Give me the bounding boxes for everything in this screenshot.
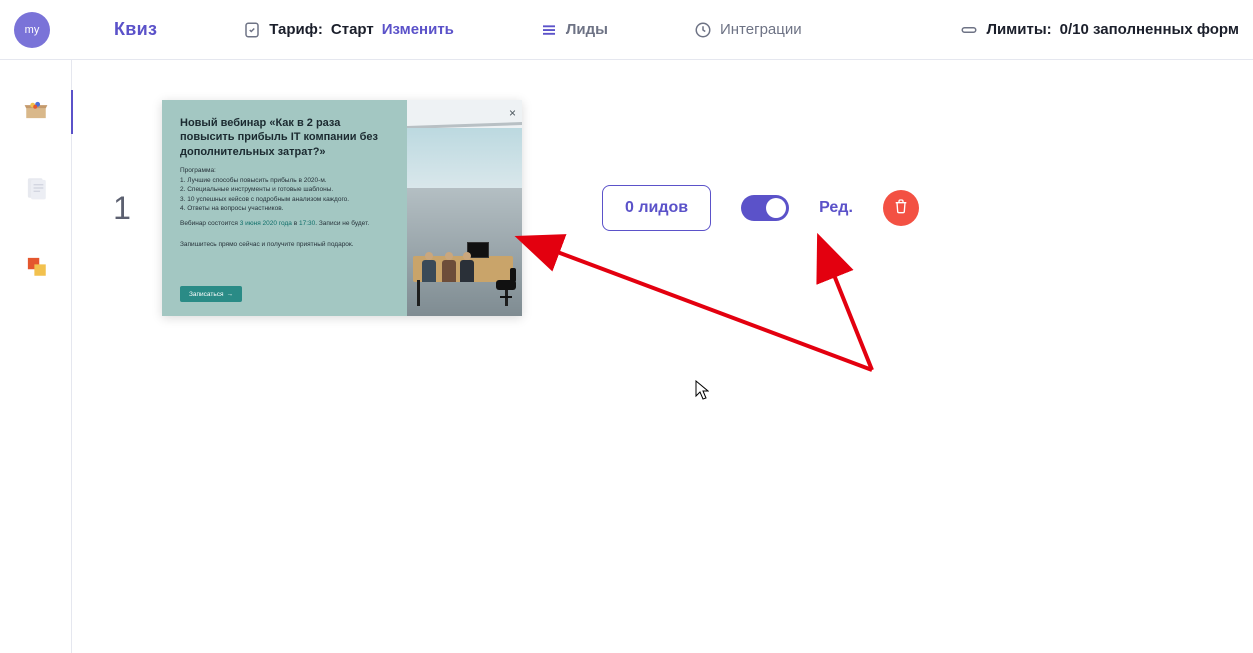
active-toggle[interactable]	[741, 195, 789, 221]
card-program-item: 3. 10 успешных кейсов с подробным анализ…	[180, 195, 389, 204]
tariff-icon	[243, 21, 261, 39]
tariff-block: Тариф: Старт Изменить	[243, 21, 454, 39]
integrations-nav[interactable]: Интеграции	[694, 21, 802, 39]
tariff-label: Тариф:	[269, 21, 323, 38]
card-schedule-time: 17:30	[299, 220, 315, 227]
apps-icon	[23, 253, 49, 284]
leads-nav[interactable]: Лиды	[540, 21, 608, 39]
card-note: Запишитесь прямо сейчас и получите прият…	[180, 241, 389, 248]
card-cta-label: Записаться	[189, 291, 224, 298]
toggle-knob	[766, 198, 786, 218]
edit-link[interactable]: Ред.	[819, 199, 853, 217]
limits-value: 0/10 заполненных форм	[1060, 21, 1239, 38]
limits-icon	[960, 21, 978, 39]
integrations-icon	[694, 21, 712, 39]
cursor-icon	[695, 380, 709, 400]
leads-nav-label: Лиды	[566, 21, 608, 38]
quiz-row: 1 Новый вебинар «Как в 2 раза повысить п…	[112, 100, 1213, 316]
main-area: 1 Новый вебинар «Как в 2 раза повысить п…	[72, 60, 1253, 653]
card-cta-button[interactable]: Записаться →	[180, 286, 242, 302]
leads-count-label: 0 лидов	[625, 199, 688, 217]
card-program-item: 2. Специальные инструменты и готовые шаб…	[180, 185, 389, 194]
sidebar-item-quizzes[interactable]	[0, 90, 72, 134]
limits-block: Лимиты: 0/10 заполненных форм	[960, 21, 1239, 39]
close-icon[interactable]: ×	[509, 106, 516, 120]
menu-icon	[540, 21, 558, 39]
row-number: 1	[112, 190, 132, 227]
card-program-list: 1. Лучшие способы повысить прибыль в 202…	[180, 176, 389, 214]
arrow-right-icon: →	[227, 291, 234, 298]
delete-button[interactable]	[883, 190, 919, 226]
top-header: my Квиз Тариф: Старт Изменить Лиды Интег…	[0, 0, 1253, 60]
limits-label: Лимиты:	[986, 21, 1051, 38]
brand-title[interactable]: Квиз	[114, 19, 157, 40]
integrations-label: Интеграции	[720, 21, 802, 38]
avatar[interactable]: my	[14, 12, 50, 48]
avatar-text: my	[25, 24, 40, 36]
card-program-item: 4. Ответы на вопросы участников.	[180, 204, 389, 213]
leads-count-button[interactable]: 0 лидов	[602, 185, 711, 231]
edit-link-label: Ред.	[819, 199, 853, 216]
sidebar-item-apps[interactable]	[0, 246, 72, 290]
card-schedule-prefix: Вебинар состоится	[180, 220, 240, 227]
card-title: Новый вебинар «Как в 2 раза повысить при…	[180, 116, 389, 159]
tariff-change-link[interactable]: Изменить	[382, 21, 454, 38]
trash-icon	[893, 198, 909, 219]
card-schedule-mid: в	[292, 220, 299, 227]
quiz-preview-card[interactable]: Новый вебинар «Как в 2 раза повысить при…	[162, 100, 522, 316]
sidebar	[0, 60, 72, 653]
tariff-value: Старт	[331, 21, 374, 38]
card-program-label: Программа:	[180, 167, 389, 174]
card-program-item: 1. Лучшие способы повысить прибыль в 202…	[180, 176, 389, 185]
card-content: Новый вебинар «Как в 2 раза повысить при…	[162, 100, 407, 316]
card-schedule-date: 3 июня 2020 года	[240, 220, 292, 227]
document-icon	[23, 175, 49, 206]
card-schedule: Вебинар состоится 3 июня 2020 года в 17:…	[180, 220, 389, 227]
card-image: ×	[407, 100, 522, 316]
card-schedule-suffix: . Записи не будет.	[315, 220, 369, 227]
sidebar-item-templates[interactable]	[0, 168, 72, 212]
box-icon	[23, 97, 49, 128]
